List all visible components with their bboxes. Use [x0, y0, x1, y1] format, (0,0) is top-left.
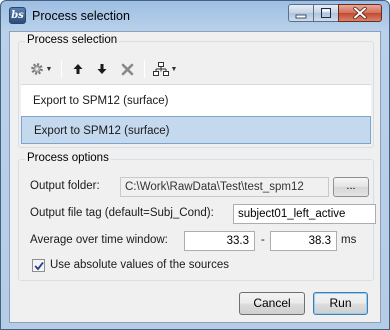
process-selection-group: Process selection ▼ ▼ Export to SPM12 (s…: [18, 34, 374, 148]
move-up-icon: [73, 64, 83, 74]
process-options-group-label: Process options: [25, 152, 111, 164]
output-file-tag-label: Output file tag (default=Subj_Cond):: [30, 207, 214, 219]
title-bar: bs Process selection: [1, 1, 389, 31]
run-button[interactable]: Run: [313, 292, 368, 315]
process-list: Export to SPM12 (surface) Export to SPM1…: [21, 84, 371, 144]
time-window-start-input[interactable]: 33.3: [184, 231, 255, 251]
browse-folder-button[interactable]: ...: [333, 177, 369, 197]
move-down-button[interactable]: [91, 59, 113, 79]
output-folder-field[interactable]: C:\Work\RawData\Test\test_spm12: [120, 177, 329, 197]
pipeline-button[interactable]: ▼: [150, 59, 180, 79]
output-folder-label: Output folder:: [30, 180, 100, 192]
process-options-group: Process options Output folder: C:\Work\R…: [18, 152, 376, 281]
time-window-end-input[interactable]: 38.3: [270, 231, 337, 251]
output-file-tag-input[interactable]: subject01_left_active: [233, 204, 376, 224]
process-toolbar: ▼ ▼: [23, 57, 369, 81]
minimize-icon: [295, 14, 307, 19]
process-list-item[interactable]: Export to SPM12 (surface): [21, 87, 371, 115]
absolute-values-checkbox[interactable]: [32, 259, 45, 272]
checkmark-icon: [34, 261, 44, 271]
close-icon: [353, 6, 367, 20]
delete-icon: [121, 63, 133, 75]
delete-process-button[interactable]: [116, 59, 138, 79]
maximize-icon: [321, 8, 331, 18]
toolbar-separator: [144, 60, 145, 78]
add-process-button[interactable]: ▼: [27, 59, 55, 79]
close-window-button[interactable]: [338, 4, 382, 22]
toolbar-separator: [61, 60, 62, 78]
process-selection-window: bs Process selection Process selection ▼…: [0, 0, 390, 330]
brainstorm-app-icon: bs: [9, 7, 26, 24]
gear-dropdown-caret-icon: ▼: [45, 65, 53, 73]
minimize-button[interactable]: [288, 4, 314, 22]
maximize-button[interactable]: [313, 4, 339, 22]
absolute-values-label[interactable]: Use absolute values of the sources: [50, 259, 229, 271]
time-window-separator: -: [261, 234, 265, 246]
process-list-item-selected[interactable]: Export to SPM12 (surface): [21, 116, 371, 144]
dialog-content: Process selection ▼ ▼ Export to SPM12 (s…: [9, 31, 381, 323]
process-selection-group-label: Process selection: [25, 34, 120, 46]
window-title: Process selection: [32, 9, 130, 23]
pipeline-dropdown-caret-icon: ▼: [170, 65, 178, 73]
time-window-label: Average over time window:: [30, 234, 168, 246]
time-window-unit: ms: [341, 234, 357, 246]
move-up-button[interactable]: [67, 59, 89, 79]
pipeline-tree-icon: [152, 61, 169, 76]
move-down-icon: [97, 64, 107, 74]
gear-icon: [30, 63, 43, 75]
cancel-button[interactable]: Cancel: [239, 292, 305, 315]
